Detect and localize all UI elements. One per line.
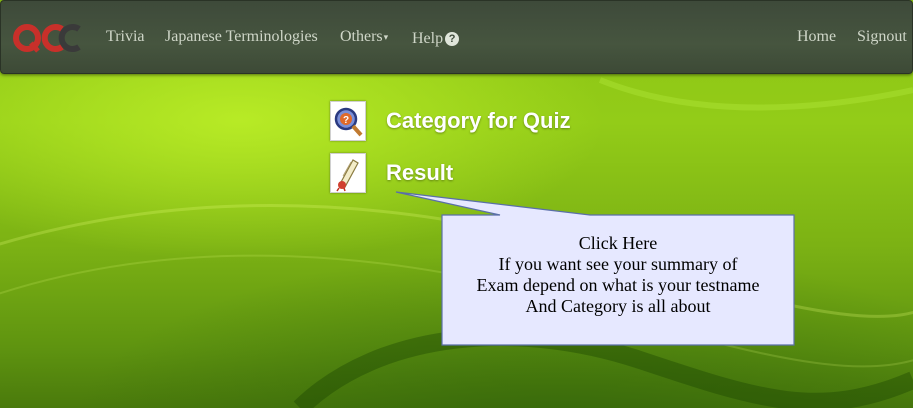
nav-help-label: Help: [412, 30, 444, 47]
nav-help[interactable]: Help?: [412, 30, 460, 48]
menu-label-result: Result: [386, 160, 454, 185]
nav-others-label: Others: [340, 28, 383, 45]
menu-item-result[interactable]: Result: [330, 153, 453, 193]
question-circle-icon: ?: [445, 32, 460, 46]
menu-item-category-for-quiz[interactable]: ? Category for Quiz: [330, 101, 571, 141]
tooltip-line-1: Click Here: [578, 233, 658, 253]
nav-trivia[interactable]: Trivia: [106, 28, 145, 46]
navbar: Trivia Japanese Terminologies Others▾ He…: [0, 0, 913, 74]
svg-text:?: ?: [343, 115, 349, 126]
tooltip-text: Click Here If you want see your summary …: [442, 233, 794, 317]
tooltip-line-3: Exam depend on what is your testname: [476, 275, 760, 295]
nav-home[interactable]: Home: [797, 28, 836, 46]
qcc-logo[interactable]: [13, 15, 83, 61]
tooltip-line-2: If you want see your summary of: [498, 254, 738, 274]
nav-others-dropdown[interactable]: Others▾: [340, 28, 388, 46]
tooltip-line-4: And Category is all about: [525, 296, 711, 316]
caret-down-icon: ▾: [383, 31, 389, 42]
menu-label-category: Category for Quiz: [386, 108, 571, 133]
nav-signout[interactable]: Signout: [857, 28, 907, 46]
nav-japanese-terminologies[interactable]: Japanese Terminologies: [165, 28, 318, 46]
diploma-icon: [330, 153, 366, 193]
magnifier-question-icon: ?: [330, 101, 366, 141]
